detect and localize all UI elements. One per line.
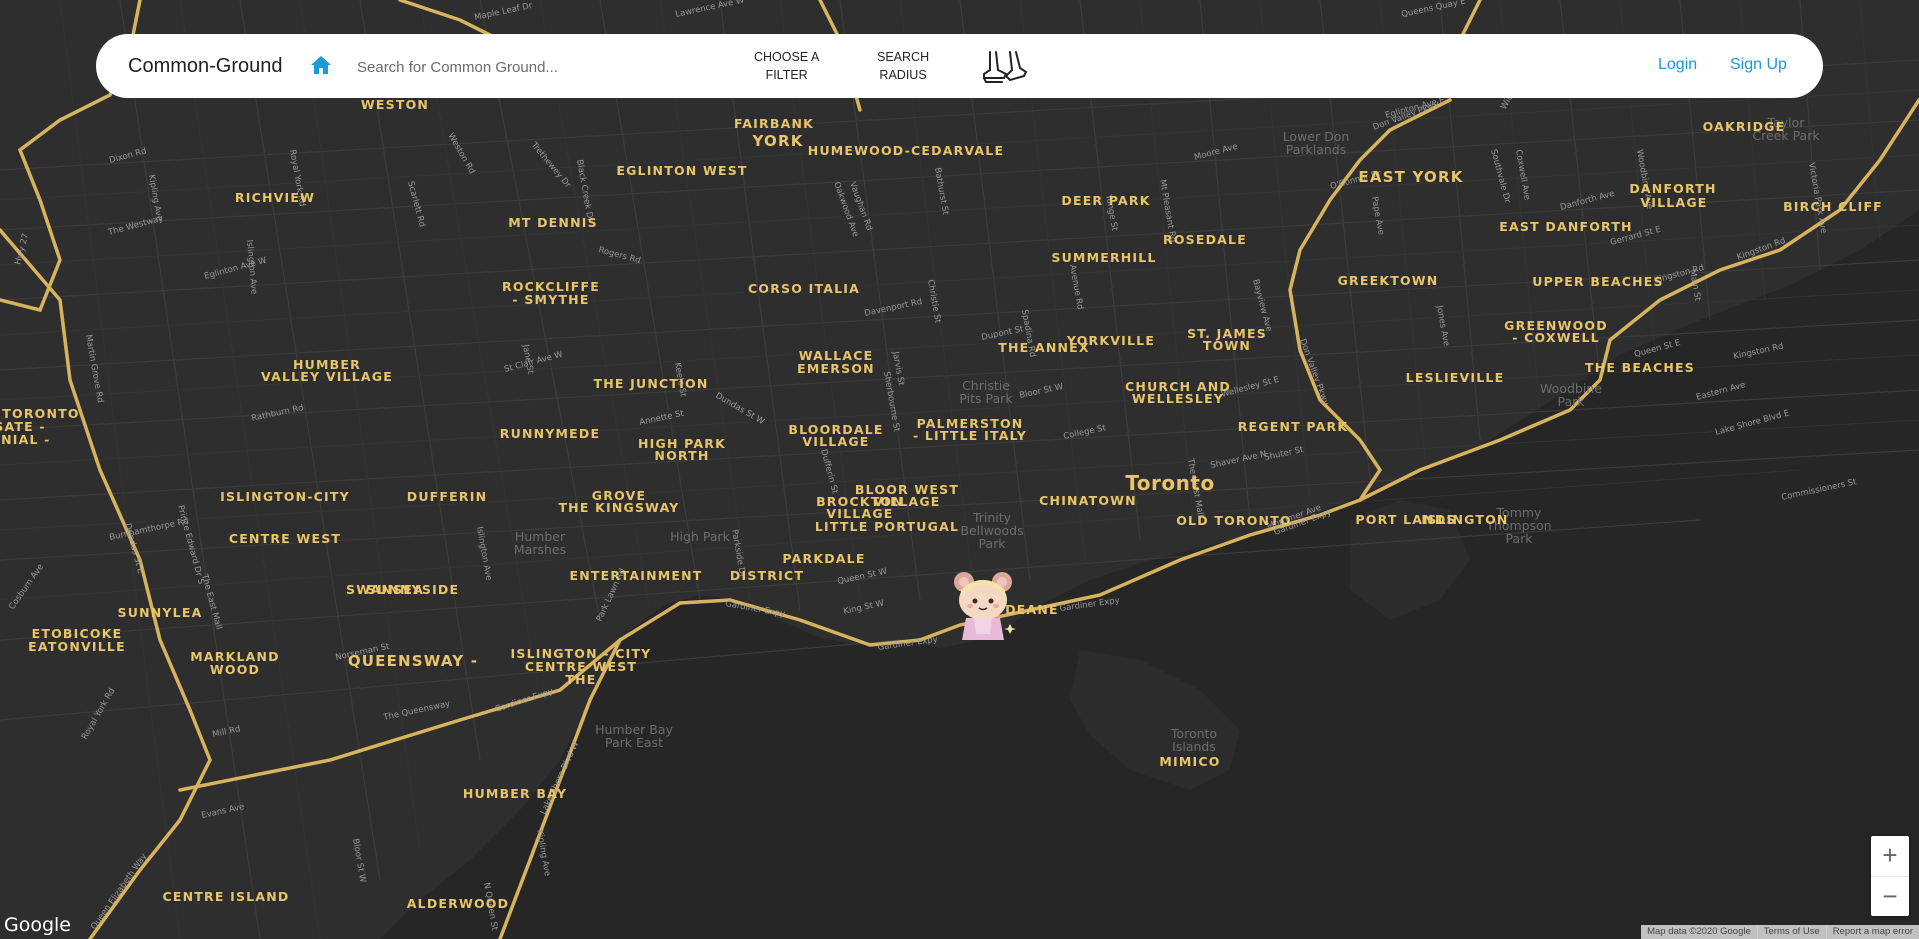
- park-label: Pits Park: [959, 391, 1013, 406]
- neighbourhood-label: CENTRE ISLAND: [163, 889, 290, 904]
- neighbourhood-label: DEER PARK: [1061, 193, 1150, 208]
- choose-filter-line2: FILTER: [765, 68, 808, 82]
- neighbourhood-label: RUNNYMEDE: [500, 426, 600, 441]
- neighbourhood-label: ALDERWOOD: [407, 896, 509, 911]
- neighbourhood-label: NNIAL -: [0, 432, 51, 447]
- search-radius-line2: RADIUS: [879, 68, 927, 82]
- neighbourhood-label: OAKRIDGE: [1703, 119, 1786, 134]
- neighbourhood-label: YORK: [751, 132, 803, 150]
- neighbourhood-label: GREEKTOWN: [1338, 273, 1439, 288]
- neighbourhood-label: THE JUNCTION: [594, 376, 709, 391]
- neighbourhood-label: - COXWELL: [1512, 330, 1600, 345]
- choose-filter-button[interactable]: CHOOSE A FILTER: [754, 48, 819, 84]
- neighbourhood-label: ROSEDALE: [1163, 232, 1247, 247]
- neighbourhood-label: WELLESLEY: [1132, 391, 1224, 406]
- neighbourhood-label: THE KINGSWAY: [558, 500, 679, 515]
- neighbourhood-label: VILLAGE: [1640, 195, 1707, 210]
- neighbourhood-label: NORTH: [654, 448, 709, 463]
- park-label: Park: [978, 536, 1006, 551]
- neighbourhood-label: SUNNYLEA: [118, 605, 203, 620]
- neighbourhood-label: DISTRICT: [730, 568, 804, 583]
- neighbourhood-label: BIRCH CLIFF: [1783, 199, 1883, 214]
- city-label: Toronto: [1125, 471, 1214, 495]
- neighbourhood-label: TOWN: [1203, 338, 1251, 353]
- park-label: Parklands: [1286, 142, 1347, 157]
- neighbourhood-label: - LITTLE ITALY: [913, 428, 1027, 443]
- neighbourhood-label: WOOD: [210, 662, 260, 677]
- neighbourhood-label: DUFFERIN: [407, 489, 487, 504]
- neighbourhood-label: THE BEACHES: [1585, 360, 1695, 375]
- neighbourhood-label: ISLINGTON-CITY: [220, 489, 350, 504]
- map-canvas[interactable]: ChristiePits ParkHigh ParkHumberMarshesT…: [0, 0, 1919, 939]
- neighbourhood-label: MIMICO: [1159, 754, 1220, 769]
- choose-filter-line1: CHOOSE A: [754, 50, 820, 64]
- neighbourhood-label: OLD TORONTO: [1176, 513, 1292, 528]
- neighbourhood-label: ISLINGTON: [1421, 512, 1508, 527]
- zoom-in-button[interactable]: +: [1871, 836, 1909, 876]
- neighbourhood-label: VALLEY VILLAGE: [261, 369, 393, 384]
- neighbourhood-label: RICHVIEW: [235, 190, 315, 205]
- neighbourhood-label: THE: [565, 672, 596, 687]
- neighbourhood-label: DANFORTH: [1629, 181, 1716, 196]
- neighbourhood-label: UPPER BEACHES: [1532, 274, 1664, 289]
- park-label: Park: [1557, 394, 1585, 409]
- park-label: Marshes: [514, 542, 566, 557]
- neighbourhood-label: EATONVILLE: [28, 639, 126, 654]
- neighbourhood-label: HUMEWOOD-CEDARVALE: [808, 143, 1004, 158]
- neighbourhood-label: FAIRBANK: [734, 116, 814, 131]
- park-label: Park: [1505, 531, 1533, 546]
- neighbourhood-label: CHINATOWN: [1039, 493, 1137, 508]
- search-radius-line1: SEARCH: [877, 50, 930, 64]
- top-navbar: Common-Ground CHOOSE A FILTER SEARCH RAD…: [96, 34, 1823, 98]
- neighbourhood-label: PARKDALE: [782, 551, 865, 566]
- park-label: Islands: [1172, 739, 1216, 754]
- login-link[interactable]: Login: [1658, 56, 1697, 74]
- neighbourhood-label: SUMMERHILL: [1051, 250, 1156, 265]
- park-label: High Park: [670, 529, 730, 544]
- neighbourhood-label: ENTERTAINMENT: [569, 568, 702, 583]
- neighbourhood-label: EAST YORK: [1358, 168, 1463, 186]
- map-data-credit[interactable]: Map data ©2020 Google: [1641, 925, 1757, 939]
- google-logo[interactable]: Google: [4, 914, 71, 936]
- home-icon[interactable]: [310, 55, 332, 75]
- search-input[interactable]: [355, 51, 659, 83]
- neighbourhood-label: MT DENNIS: [508, 215, 598, 230]
- signup-link[interactable]: Sign Up: [1730, 56, 1787, 74]
- neighbourhood-label: YORKVILLE: [1066, 333, 1155, 348]
- neighbourhood-label: CENTRE WEST: [229, 531, 341, 546]
- neighbourhood-label: REGENT PARK: [1238, 419, 1349, 434]
- park-label: Park East: [605, 735, 663, 750]
- neighbourhood-label: EMERSON: [797, 361, 875, 376]
- brand-name[interactable]: Common-Ground: [128, 55, 283, 78]
- neighbourhood-label: QUEENSWAY -: [348, 652, 478, 670]
- neighbourhood-label: HUMBER BAY: [463, 786, 567, 801]
- neighbourhood-label: VILLAGE: [802, 434, 869, 449]
- shoes-logo-icon: [983, 51, 1028, 83]
- neighbourhood-label: EAST DANFORTH: [1499, 219, 1632, 234]
- zoom-out-button[interactable]: −: [1871, 877, 1909, 917]
- neighbourhood-label: EGLINTON WEST: [616, 163, 747, 178]
- neighbourhood-label: CORSO ITALIA: [748, 281, 860, 296]
- neighbourhood-label: WESTON: [361, 97, 429, 112]
- neighbourhood-label: - SMYTHE: [512, 292, 589, 307]
- search-radius-button[interactable]: SEARCH RADIUS: [877, 48, 929, 84]
- terms-of-use-link[interactable]: Terms of Use: [1756, 925, 1826, 939]
- neighbourhood-label: LITTLE PORTUGAL: [815, 519, 959, 534]
- map-footer: Map data ©2020 Google Terms of Use Repor…: [1641, 925, 1919, 939]
- bear-location-marker-icon[interactable]: [950, 568, 1016, 644]
- neighbourhood-label: LESLIEVILLE: [1406, 370, 1505, 385]
- neighbourhood-label: SUNNYSIDE: [367, 582, 460, 597]
- zoom-control: + −: [1871, 836, 1909, 916]
- report-map-error-link[interactable]: Report a map error: [1825, 925, 1919, 939]
